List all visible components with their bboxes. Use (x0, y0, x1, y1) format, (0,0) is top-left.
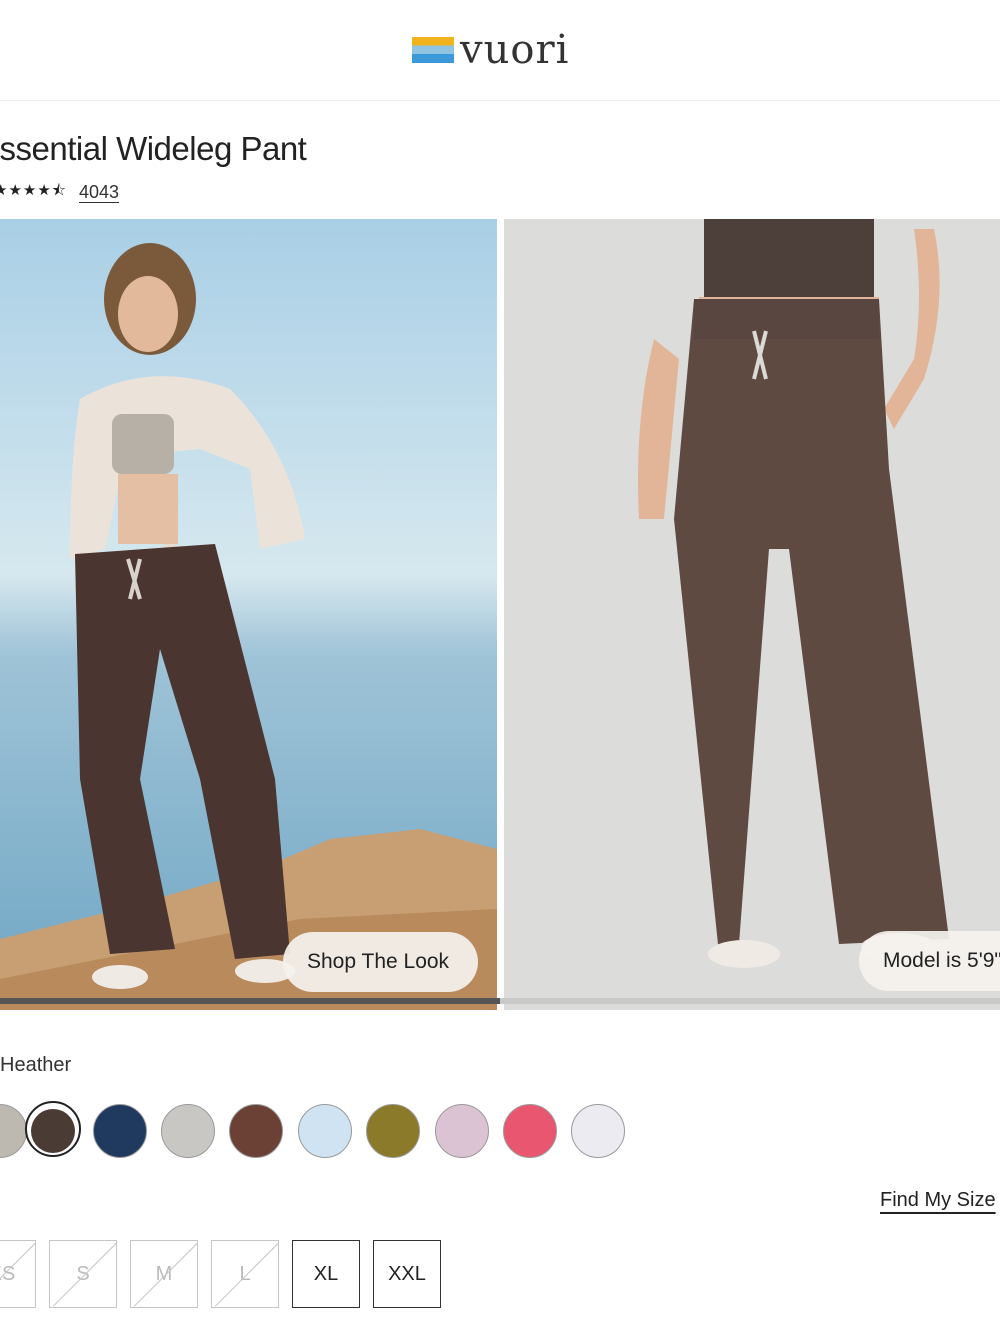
gallery-progress-bar[interactable] (0, 998, 1000, 1004)
review-count-link[interactable]: 4043 (79, 182, 119, 203)
product-title: Essential Wideleg Pant (0, 130, 307, 167)
color-swatch[interactable] (366, 1104, 420, 1158)
model-height-badge: Model is 5'9" (859, 931, 1000, 991)
selected-color-name: Heather (0, 1054, 72, 1076)
color-swatch[interactable] (229, 1104, 283, 1158)
logo-wordmark: vuori (460, 27, 570, 73)
color-swatch[interactable] (31, 1109, 75, 1153)
color-swatch[interactable] (435, 1104, 489, 1158)
vuori-stripes-logo-icon (412, 37, 454, 63)
size-label: XXL (388, 1262, 426, 1285)
color-swatch[interactable] (0, 1104, 27, 1158)
product-image-studio[interactable] (504, 219, 1000, 1010)
shop-the-look-button[interactable]: Shop The Look (283, 932, 478, 992)
size-option-xs[interactable]: XS (0, 1240, 36, 1308)
unavailable-slash-icon (214, 1242, 278, 1307)
rating-stars-icon: ★★★★⯪ (0, 181, 67, 199)
unavailable-slash-icon (133, 1242, 197, 1307)
size-option-l[interactable]: L (211, 1240, 279, 1308)
size-label: XL (313, 1262, 339, 1285)
size-option-xxl[interactable]: XXL (373, 1240, 441, 1308)
gallery-progress-fill (0, 998, 500, 1004)
site-header: vuori (0, 0, 1000, 101)
size-option-s[interactable]: S (49, 1240, 117, 1308)
unavailable-slash-icon (52, 1242, 116, 1307)
size-option-xl[interactable]: XL (292, 1240, 360, 1308)
product-rating[interactable]: ★★★★⯪ 4043 (0, 180, 119, 204)
size-option-m[interactable]: M (130, 1240, 198, 1308)
color-swatch[interactable] (503, 1104, 557, 1158)
color-swatch[interactable] (161, 1104, 215, 1158)
color-swatch-list (0, 1100, 1000, 1162)
find-my-size-link[interactable]: Find My Size (880, 1189, 996, 1212)
color-swatch[interactable] (298, 1104, 352, 1158)
product-image-lifestyle[interactable] (0, 219, 497, 1010)
brand-logo[interactable]: vuori (412, 30, 569, 70)
color-swatch[interactable] (571, 1104, 625, 1158)
color-swatch[interactable] (93, 1104, 147, 1158)
